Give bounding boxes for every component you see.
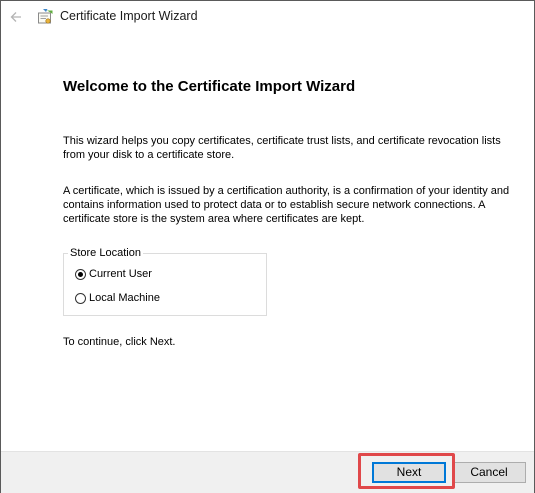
store-location-label: Store Location	[68, 246, 143, 260]
radio-selected-icon[interactable]	[75, 268, 86, 280]
current-user-radio[interactable]: Current User	[75, 267, 152, 281]
continue-instruction: To continue, click Next.	[63, 336, 176, 348]
certificate-description-paragraph: A certificate, which is issued by a cert…	[63, 185, 510, 225]
radio-unselected-icon[interactable]	[75, 292, 86, 304]
window-title: Certificate Import Wizard	[60, 9, 198, 23]
store-location-group	[63, 253, 267, 316]
page-heading: Welcome to the Certificate Import Wizard	[63, 78, 356, 95]
cancel-button[interactable]: Cancel	[452, 462, 526, 483]
certificate-wizard-icon	[37, 8, 55, 26]
intro-paragraph: This wizard helps you copy certificates,…	[63, 135, 501, 161]
local-machine-radio[interactable]: Local Machine	[75, 291, 160, 305]
current-user-label: Current User	[89, 268, 152, 280]
title-bar: Certificate Import Wizard	[1, 1, 534, 33]
certificate-import-wizard-window: Certificate Import Wizard Welcome to the…	[0, 0, 535, 493]
next-button[interactable]: Next	[372, 462, 446, 483]
back-arrow-icon[interactable]	[7, 8, 25, 26]
local-machine-label: Local Machine	[89, 292, 160, 304]
